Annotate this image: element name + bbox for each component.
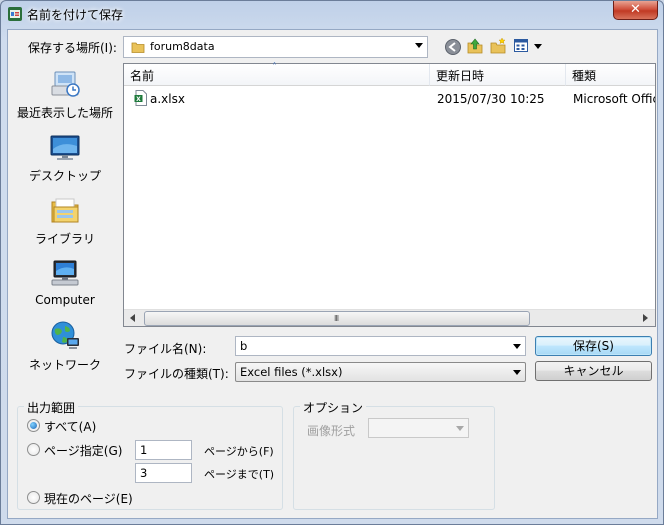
file-modified-cell: 2015/07/30 10:25	[437, 92, 545, 106]
page-to-input[interactable]: 3	[135, 463, 192, 483]
file-type-label: ファイルの種類(T):	[124, 367, 229, 381]
title-bar: 名前を付けて保存 ✕	[1, 1, 663, 27]
file-type-dropdown[interactable]: Excel files (*.xlsx)	[235, 362, 526, 382]
file-list[interactable]: 名前 ˄ 更新日時 種類 X a.xlsx 2015/07/30 10:25 M…	[123, 62, 656, 327]
radio-current-page-label[interactable]: 現在のページ(E)	[44, 490, 133, 507]
save-button[interactable]: 保存(S)	[535, 336, 652, 356]
column-header-modified[interactable]: 更新日時	[430, 64, 566, 86]
file-type-value: Excel files (*.xlsx)	[240, 365, 343, 379]
computer-icon	[51, 260, 79, 286]
save-in-label: 保存する場所(I):	[28, 41, 117, 55]
place-label: ライブラリ	[34, 232, 95, 246]
recent-places-icon	[51, 71, 80, 97]
network-icon	[51, 321, 79, 349]
file-name-cell: a.xlsx	[150, 92, 185, 106]
place-label: 最近表示した場所	[16, 106, 113, 120]
column-header-label: 種類	[572, 69, 597, 83]
chevron-down-icon	[513, 370, 521, 375]
scrollbar-grip: III	[334, 314, 339, 323]
column-header-label: 名前	[130, 69, 155, 83]
back-icon[interactable]	[444, 38, 462, 56]
place-label: Computer	[35, 293, 95, 307]
radio-all[interactable]	[27, 419, 40, 432]
scroll-left-icon[interactable]	[130, 314, 135, 322]
page-from-value: 1	[140, 443, 148, 457]
horizontal-scrollbar[interactable]: III	[124, 309, 655, 326]
new-folder-icon[interactable]	[489, 37, 507, 55]
view-menu-icon[interactable]	[513, 37, 531, 55]
dialog-body: 保存する場所(I): forum8data 最近表示した場所 デスクトップ ライ…	[7, 29, 658, 519]
chevron-down-icon	[415, 43, 423, 48]
save-in-value: forum8data	[150, 40, 215, 53]
image-format-dropdown	[368, 418, 469, 438]
place-label: ネットワーク	[28, 358, 101, 372]
chevron-down-icon	[456, 426, 464, 431]
window-title: 名前を付けて保存	[27, 8, 124, 22]
page-from-label: ページから(F)	[204, 445, 274, 458]
file-name-input[interactable]: b	[235, 336, 526, 356]
desktop-icon	[50, 135, 80, 160]
chevron-down-icon[interactable]	[513, 344, 521, 349]
save-button-label: 保存(S)	[573, 339, 614, 353]
page-to-label: ページまで(T)	[204, 468, 275, 481]
close-button[interactable]: ✕	[613, 1, 658, 20]
radio-page-range-label[interactable]: ページ指定(G)	[44, 442, 122, 459]
place-desktop[interactable]: デスクトップ	[9, 131, 121, 187]
places-bar: 最近表示した場所 デスクトップ ライブラリ Computer ネットワーク	[9, 60, 121, 390]
close-icon: ✕	[630, 2, 641, 17]
options-title: オプション	[300, 399, 367, 416]
radio-current-page[interactable]	[27, 491, 40, 504]
svg-text:X: X	[136, 96, 141, 103]
place-computer[interactable]: Computer	[9, 257, 121, 313]
cancel-button[interactable]: キャンセル	[535, 361, 652, 381]
up-folder-icon[interactable]	[466, 37, 484, 55]
page-from-input[interactable]: 1	[135, 440, 192, 460]
column-header-label: 更新日時	[436, 69, 485, 83]
place-label: デスクトップ	[28, 169, 101, 183]
radio-page-range[interactable]	[27, 443, 40, 456]
place-network[interactable]: ネットワーク	[9, 320, 121, 376]
sort-ascending-icon: ˄	[272, 62, 277, 73]
save-in-dropdown[interactable]: forum8data	[123, 36, 428, 58]
excel-file-icon: X	[134, 90, 147, 106]
image-format-label: 画像形式	[307, 424, 356, 438]
radio-all-label[interactable]: すべて(A)	[44, 418, 96, 435]
scrollbar-thumb[interactable]: III	[144, 311, 530, 326]
place-libraries[interactable]: ライブラリ	[9, 194, 121, 250]
scroll-right-icon[interactable]	[643, 314, 648, 322]
file-name-value: b	[240, 339, 248, 353]
save-as-dialog: 名前を付けて保存 ✕ 保存する場所(I): forum8data 最近表示した場…	[0, 0, 664, 525]
folder-icon	[131, 42, 145, 53]
cancel-button-label: キャンセル	[563, 364, 624, 378]
app-icon	[8, 7, 22, 21]
column-header-name[interactable]: 名前 ˄	[124, 62, 430, 86]
libraries-icon	[51, 198, 79, 223]
view-dropdown-arrow[interactable]	[534, 44, 542, 49]
file-type-cell: Microsoft Office	[573, 92, 655, 106]
place-recent[interactable]: 最近表示した場所	[9, 68, 121, 124]
page-to-value: 3	[140, 466, 148, 480]
output-range-title: 出力範囲	[24, 399, 79, 416]
column-header-type[interactable]: 種類	[566, 64, 655, 86]
file-name-label: ファイル名(N):	[124, 342, 207, 356]
